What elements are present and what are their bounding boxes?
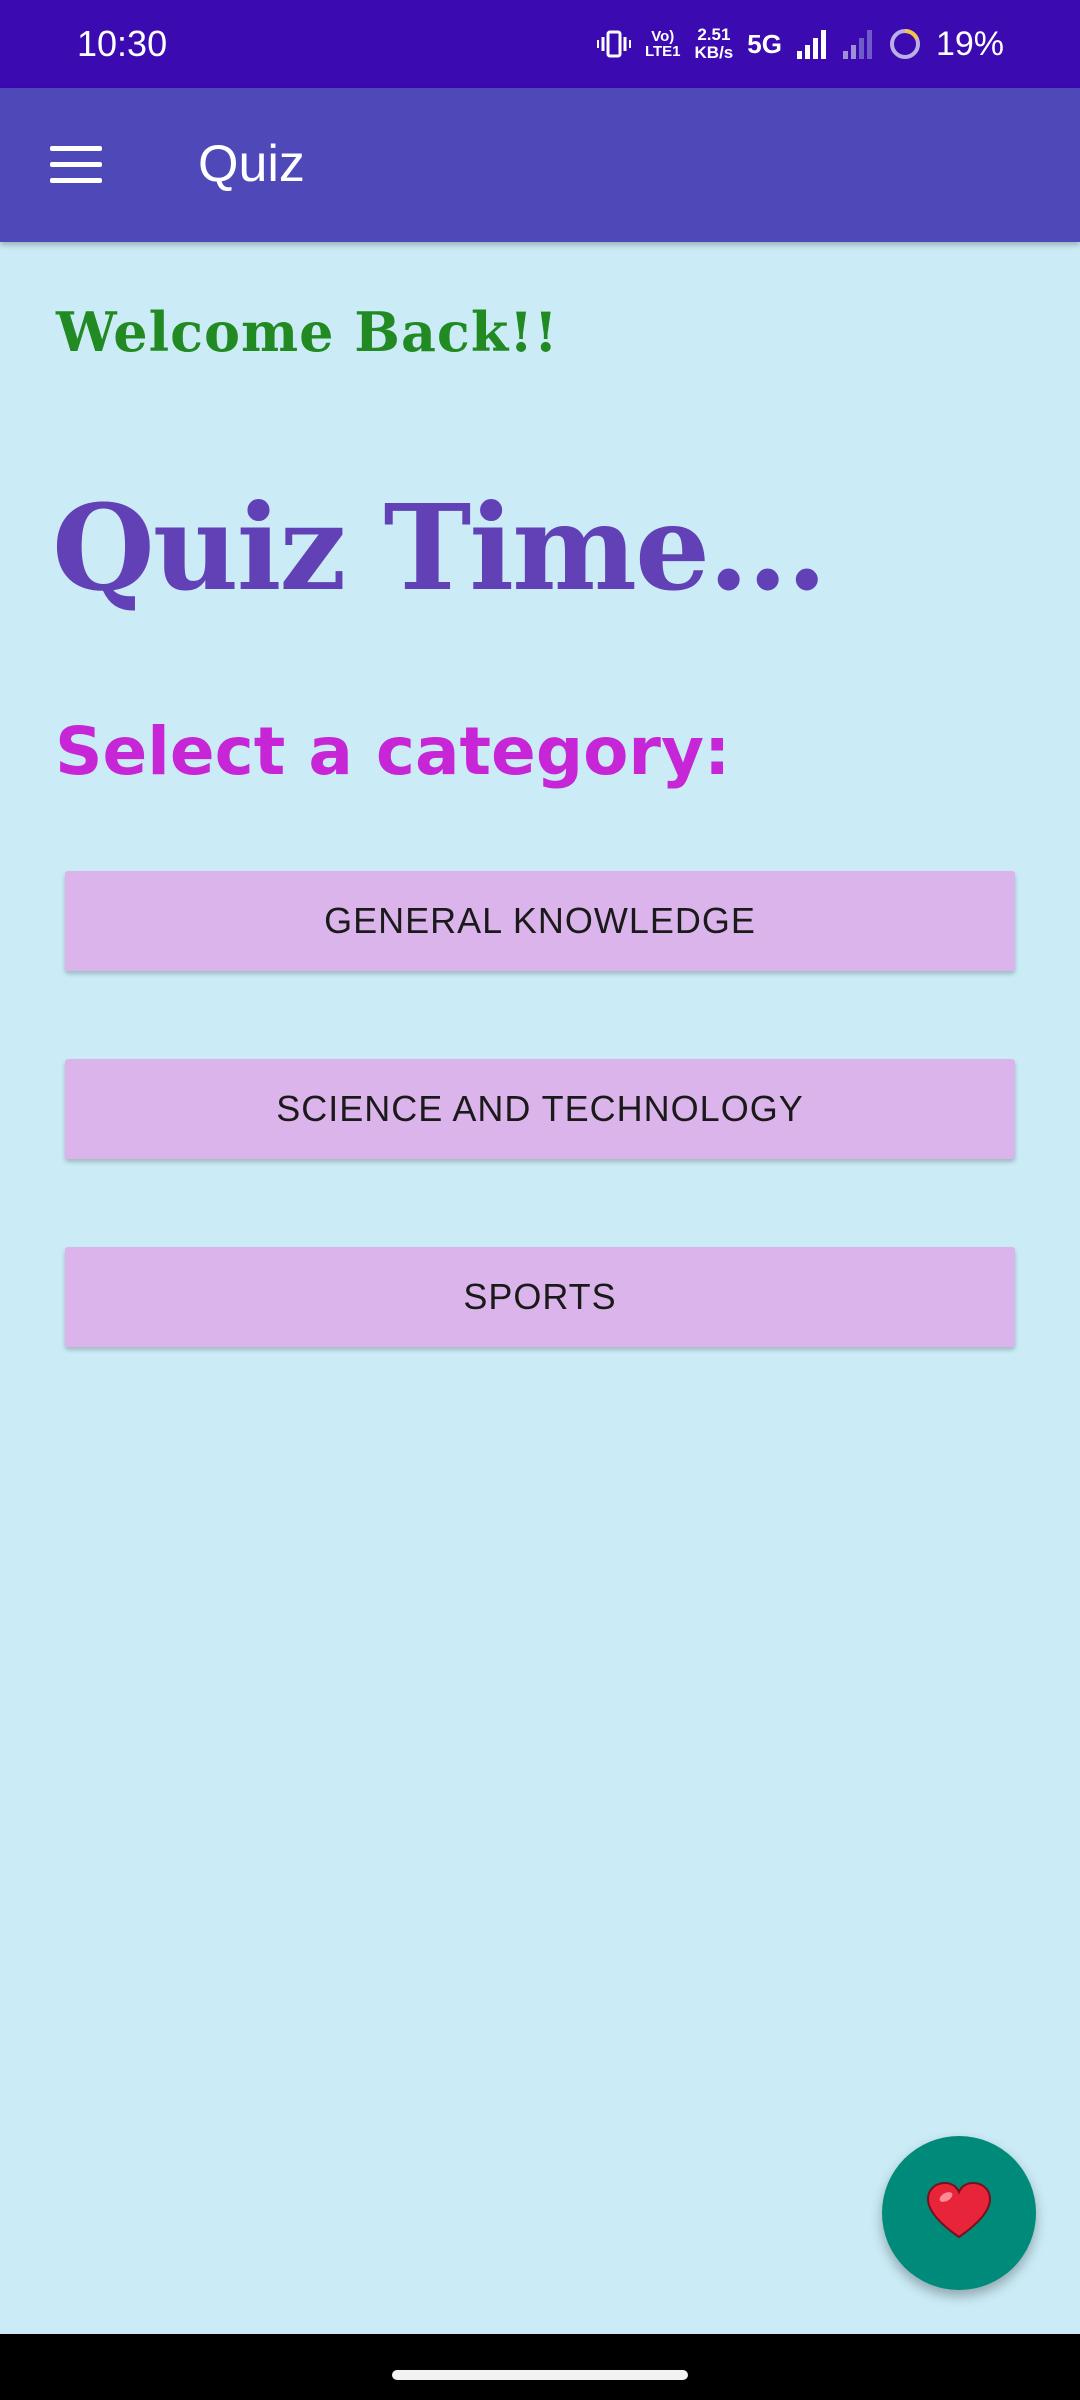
general-knowledge-button[interactable]: GENERAL KNOWLEDGE [65,871,1015,971]
signal-weak-icon [842,29,874,59]
net-speed-unit: KB/s [694,43,734,62]
science-technology-button[interactable]: SCIENCE AND TECHNOLOGY [65,1059,1015,1159]
headline: Quiz Time... [52,478,827,617]
hamburger-menu-icon[interactable] [50,146,102,184]
app-bar: Quiz [0,88,1080,242]
volte-icon: Vo) LTE1 [645,29,681,59]
battery-percent: 19% [935,24,1004,63]
sports-button[interactable]: SPORTS [65,1247,1015,1347]
signal-icon [796,29,828,59]
status-icons: Vo) LTE1 2.51 KB/s 5G 19% [596,18,1004,70]
heart-icon [926,2181,992,2246]
volte-bottom: LTE1 [644,43,681,60]
app-title: Quiz [198,135,305,193]
navigation-bar [0,2334,1080,2400]
home-indicator[interactable] [392,2370,688,2380]
net-speed-value: 2.51 [697,25,731,44]
battery-ring-icon [888,27,922,61]
net-speed: 2.51 KB/s [695,26,734,62]
welcome-text: Welcome Back!! [56,300,559,364]
status-bar: 10:30 Vo) LTE1 2.51 KB/s 5G 19% [0,0,1080,88]
network-type: 5G [747,28,782,59]
vibrate-icon [596,29,631,59]
status-time: 10:30 [77,23,168,64]
category-prompt: Select a category: [55,713,731,790]
favorite-fab[interactable] [882,2136,1036,2290]
